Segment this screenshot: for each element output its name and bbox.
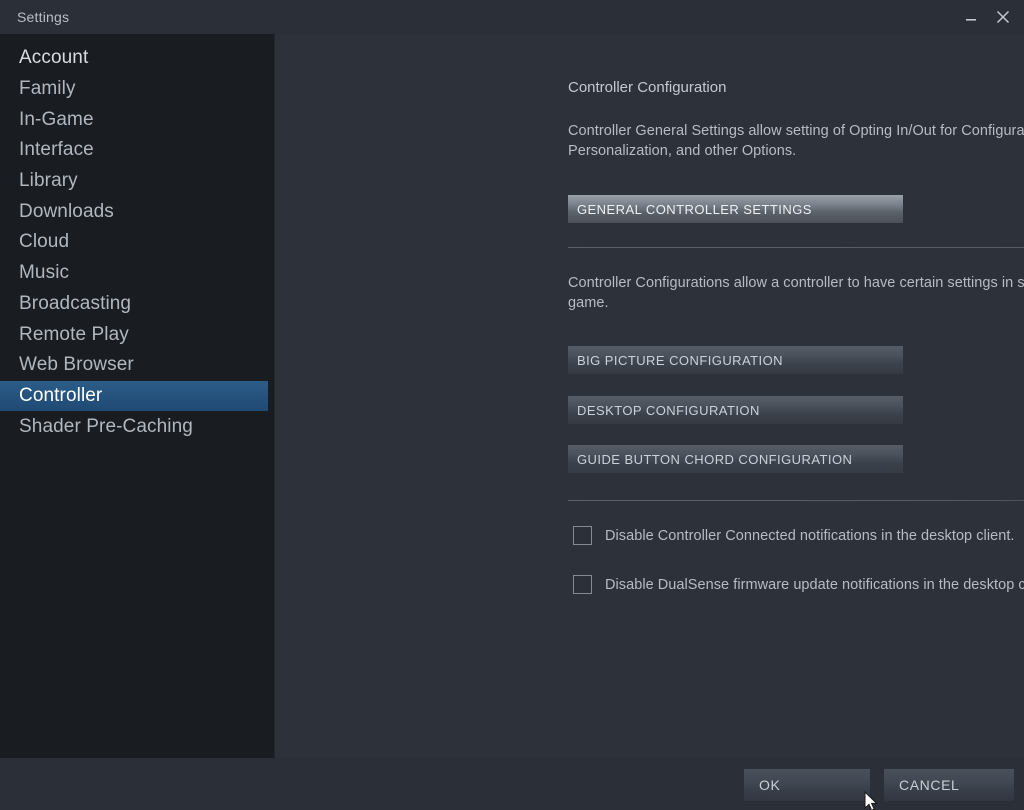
- section-divider: [568, 247, 1024, 248]
- section-divider: [568, 500, 1024, 501]
- sidebar-item-shader-pre-caching[interactable]: Shader Pre-Caching: [0, 411, 275, 442]
- sidebar-item-label: Remote Play: [19, 323, 129, 345]
- sidebar-item-label: In-Game: [19, 108, 94, 130]
- sidebar-item-label: Music: [19, 262, 70, 284]
- titlebar[interactable]: Settings: [0, 0, 1024, 34]
- desktop-configuration-button[interactable]: DESKTOP CONFIGURATION: [568, 396, 903, 424]
- sidebar-item-label: Library: [19, 170, 78, 192]
- settings-window: Settings Account Family In-Game Interfac…: [0, 0, 1024, 810]
- checkbox-unchecked-icon[interactable]: [573, 575, 592, 594]
- minimize-icon: [966, 19, 976, 21]
- sidebar-item-label: Family: [19, 78, 76, 100]
- checkbox-label: Disable DualSense firmware update notifi…: [605, 576, 1024, 593]
- sidebar-item-remote-play[interactable]: Remote Play: [0, 319, 275, 350]
- sidebar-item-label: Downloads: [19, 200, 114, 222]
- sidebar-item-label: Account: [19, 47, 89, 69]
- sidebar-item-music[interactable]: Music: [0, 258, 275, 289]
- dialog-footer: OK CANCEL: [0, 758, 1024, 810]
- sidebar-item-web-browser[interactable]: Web Browser: [0, 350, 275, 381]
- sidebar-item-interface[interactable]: Interface: [0, 135, 275, 166]
- checkbox-label: Disable Controller Connected notificatio…: [605, 527, 1015, 544]
- configurations-description: Controller Configurations allow a contro…: [568, 275, 1024, 311]
- close-icon: [996, 10, 1010, 24]
- sidebar-item-label: Shader Pre-Caching: [19, 415, 193, 437]
- sidebar-item-downloads[interactable]: Downloads: [0, 196, 275, 227]
- page-title: Controller Configuration: [568, 79, 727, 96]
- general-settings-description: Controller General Settings allow settin…: [568, 123, 1024, 159]
- guide-button-chord-configuration-button[interactable]: GUIDE BUTTON CHORD CONFIGURATION: [568, 445, 903, 473]
- sidebar-list: Account Family In-Game Interface Library…: [0, 43, 275, 442]
- sidebar: Account Family In-Game Interface Library…: [0, 34, 275, 758]
- cancel-button[interactable]: CANCEL: [884, 769, 1014, 801]
- checkbox-unchecked-icon[interactable]: [573, 526, 592, 545]
- general-controller-settings-button[interactable]: GENERAL CONTROLLER SETTINGS: [568, 195, 903, 223]
- sidebar-item-label: Broadcasting: [19, 292, 132, 314]
- sidebar-item-cloud[interactable]: Cloud: [0, 227, 275, 258]
- sidebar-item-label: Web Browser: [19, 354, 134, 376]
- close-button[interactable]: [988, 2, 1018, 32]
- sidebar-item-label: Interface: [19, 139, 94, 161]
- sidebar-item-broadcasting[interactable]: Broadcasting: [0, 289, 275, 320]
- window-controls: [956, 0, 1018, 34]
- controller-settings-panel: Controller Configuration Controller Gene…: [275, 34, 1024, 758]
- disable-controller-connected-notifications-row[interactable]: Disable Controller Connected notificatio…: [573, 526, 1014, 545]
- ok-button[interactable]: OK: [744, 769, 870, 801]
- sidebar-item-library[interactable]: Library: [0, 166, 275, 197]
- disable-dualsense-firmware-notifications-row[interactable]: Disable DualSense firmware update notifi…: [573, 575, 1024, 594]
- sidebar-item-label: Cloud: [19, 231, 70, 253]
- sidebar-item-controller[interactable]: Controller: [0, 380, 268, 412]
- big-picture-configuration-button[interactable]: BIG PICTURE CONFIGURATION: [568, 346, 903, 374]
- window-title: Settings: [17, 9, 70, 25]
- sidebar-item-family[interactable]: Family: [0, 74, 275, 105]
- sidebar-item-label: Controller: [19, 384, 103, 406]
- sidebar-item-account[interactable]: Account: [0, 43, 275, 74]
- sidebar-item-in-game[interactable]: In-Game: [0, 104, 275, 135]
- minimize-button[interactable]: [956, 2, 986, 32]
- settings-body: Account Family In-Game Interface Library…: [0, 34, 1024, 758]
